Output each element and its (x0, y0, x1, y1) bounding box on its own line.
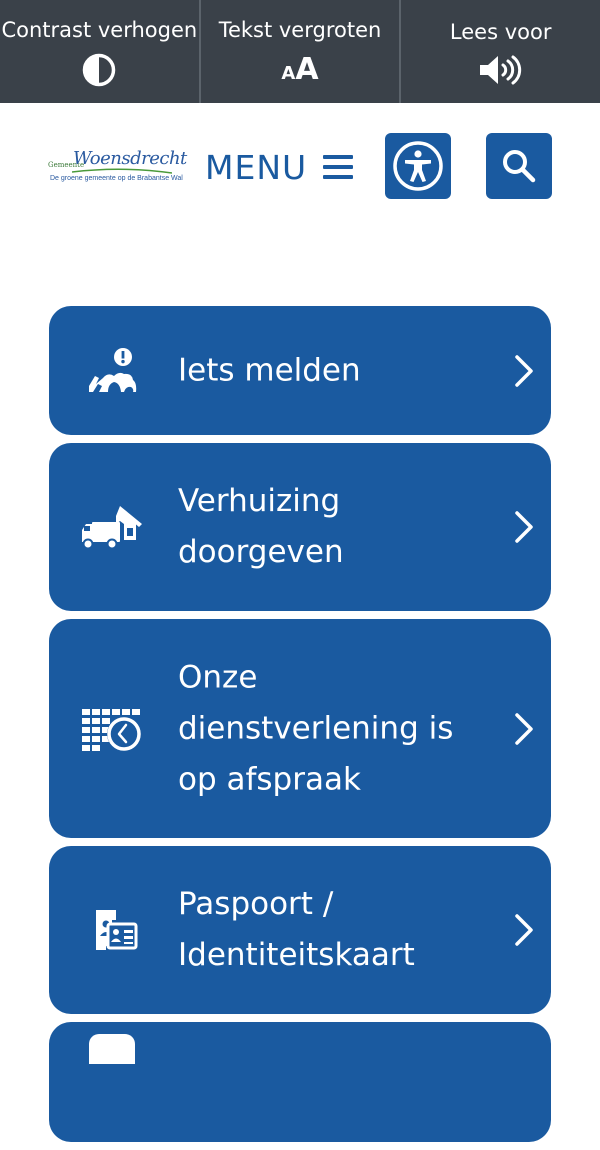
logo-name: Woensdrecht (73, 148, 187, 169)
chevron-right-icon (515, 354, 533, 387)
logo-tagline: De groene gemeente op de Brabantse Wal (50, 175, 183, 182)
site-logo[interactable]: Gemeente Woensdrecht De groene gemeente … (48, 148, 187, 188)
menu-label: MENU (205, 147, 308, 187)
id-card-icon (79, 905, 145, 955)
quick-links: Iets melden Verhuizing doorgeven Onze di… (49, 306, 551, 1150)
report-icon (79, 346, 145, 396)
hamburger-icon (323, 155, 354, 179)
calendar-clock-icon (79, 704, 145, 754)
text-size-glyph-small: A (281, 63, 296, 84)
chevron-right-icon (515, 712, 533, 745)
tile-label: Iets melden (178, 352, 361, 388)
site-header: Gemeente Woensdrecht De groene gemeente … (0, 103, 600, 233)
text-size-glyph-big: A (295, 52, 319, 87)
tile-label: Onze dienstverlening is op afspraak (178, 659, 454, 797)
text-size-button[interactable]: Tekst vergroten AA (198, 0, 400, 103)
partial-tile-icon (89, 1034, 135, 1064)
text-size-icon: AA (281, 52, 318, 88)
moving-truck-icon (79, 502, 145, 552)
tile-label: Verhuizing doorgeven (178, 483, 344, 570)
search-icon (503, 150, 536, 183)
read-aloud-label: Lees voor (449, 20, 552, 44)
tile-iets-melden[interactable]: Iets melden (49, 306, 551, 435)
read-aloud-button[interactable]: Lees voor (399, 0, 600, 103)
tile-paspoort[interactable]: Paspoort / Identiteitskaart (49, 846, 551, 1014)
search-button[interactable] (486, 133, 552, 199)
contrast-label: Contrast verhogen (1, 18, 198, 42)
accessibility-button[interactable] (385, 133, 451, 199)
accessibility-toolbar: Contrast verhogen Tekst vergroten AA Lee… (0, 0, 600, 103)
tile-next-partial[interactable] (49, 1022, 551, 1142)
tile-label: Paspoort / Identiteitskaart (178, 886, 415, 973)
tile-dienstverlening[interactable]: Onze dienstverlening is op afspraak (49, 619, 551, 838)
contrast-button[interactable]: Contrast verhogen (0, 0, 199, 103)
menu-button[interactable]: MENU (205, 145, 354, 189)
tile-verhuizing[interactable]: Verhuizing doorgeven (49, 443, 551, 611)
contrast-icon (82, 52, 116, 88)
chevron-right-icon (515, 511, 533, 543)
speaker-icon (478, 52, 524, 88)
text-size-label: Tekst vergroten (218, 18, 382, 42)
accessibility-icon (393, 141, 443, 191)
chevron-right-icon (515, 914, 533, 946)
